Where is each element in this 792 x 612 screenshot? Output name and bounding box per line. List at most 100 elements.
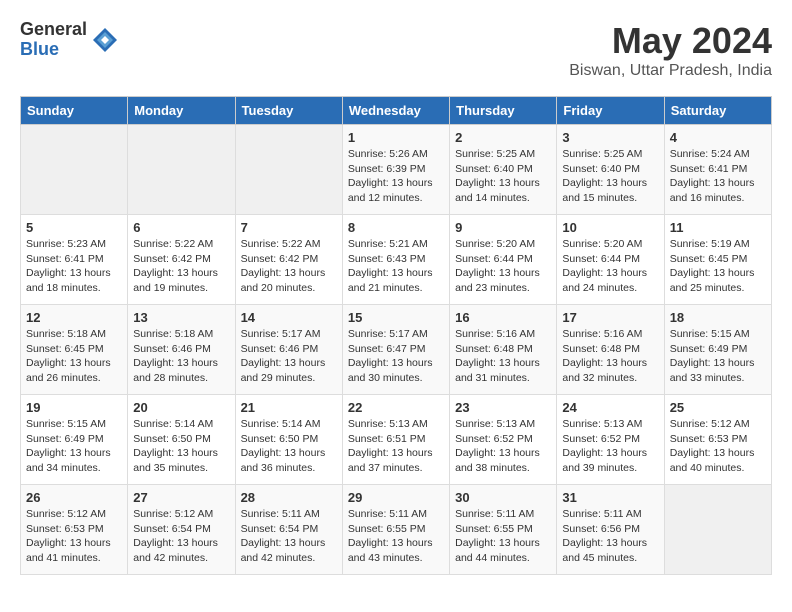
calendar-cell: 6 Sunrise: 5:22 AM Sunset: 6:42 PM Daylig… — [128, 215, 235, 305]
calendar-cell: 5 Sunrise: 5:23 AM Sunset: 6:41 PM Daylig… — [21, 215, 128, 305]
day-number: 28 — [241, 490, 337, 505]
day-header-tuesday: Tuesday — [235, 97, 342, 125]
day-info: Sunrise: 5:20 AM Sunset: 6:44 PM Dayligh… — [455, 237, 551, 296]
day-info: Sunrise: 5:15 AM Sunset: 6:49 PM Dayligh… — [26, 417, 122, 476]
day-number: 13 — [133, 310, 229, 325]
day-info: Sunrise: 5:11 AM Sunset: 6:54 PM Dayligh… — [241, 507, 337, 566]
day-info: Sunrise: 5:13 AM Sunset: 6:51 PM Dayligh… — [348, 417, 444, 476]
day-number: 2 — [455, 130, 551, 145]
day-info: Sunrise: 5:15 AM Sunset: 6:49 PM Dayligh… — [670, 327, 766, 386]
calendar-cell — [128, 125, 235, 215]
day-number: 6 — [133, 220, 229, 235]
calendar-cell: 17 Sunrise: 5:16 AM Sunset: 6:48 PM Dayli… — [557, 305, 664, 395]
day-info: Sunrise: 5:11 AM Sunset: 6:55 PM Dayligh… — [455, 507, 551, 566]
day-info: Sunrise: 5:17 AM Sunset: 6:47 PM Dayligh… — [348, 327, 444, 386]
day-number: 22 — [348, 400, 444, 415]
day-info: Sunrise: 5:20 AM Sunset: 6:44 PM Dayligh… — [562, 237, 658, 296]
calendar-cell: 9Sunrise: 5:20 AM Sunset: 6:44 PM Daylig… — [450, 215, 557, 305]
day-number: 4 — [670, 130, 766, 145]
calendar-table: SundayMondayTuesdayWednesdayThursdayFrid… — [20, 96, 772, 575]
day-info: Sunrise: 5:21 AM Sunset: 6:43 PM Dayligh… — [348, 237, 444, 296]
day-number: 27 — [133, 490, 229, 505]
day-info: Sunrise: 5:12 AM Sunset: 6:53 PM Dayligh… — [26, 507, 122, 566]
calendar-cell: 4 Sunrise: 5:24 AM Sunset: 6:41 PM Daylig… — [664, 125, 771, 215]
calendar-cell: 14 Sunrise: 5:17 AM Sunset: 6:46 PM Dayli… — [235, 305, 342, 395]
day-number: 20 — [133, 400, 229, 415]
calendar-cell: 20 Sunrise: 5:14 AM Sunset: 6:50 PM Dayli… — [128, 395, 235, 485]
day-info: Sunrise: 5:14 AM Sunset: 6:50 PM Dayligh… — [133, 417, 229, 476]
day-info: Sunrise: 5:24 AM Sunset: 6:41 PM Dayligh… — [670, 147, 766, 206]
calendar-cell: 30Sunrise: 5:11 AM Sunset: 6:55 PM Dayli… — [450, 485, 557, 575]
calendar-cell: 1Sunrise: 5:26 AM Sunset: 6:39 PM Daylig… — [342, 125, 449, 215]
day-number: 5 — [26, 220, 122, 235]
day-number: 18 — [670, 310, 766, 325]
week-row-5: 26 Sunrise: 5:12 AM Sunset: 6:53 PM Dayli… — [21, 485, 772, 575]
day-header-thursday: Thursday — [450, 97, 557, 125]
day-info: Sunrise: 5:22 AM Sunset: 6:42 PM Dayligh… — [241, 237, 337, 296]
location-title: Biswan, Uttar Pradesh, India — [569, 62, 772, 80]
calendar-cell: 10 Sunrise: 5:20 AM Sunset: 6:44 PM Dayli… — [557, 215, 664, 305]
week-row-4: 19Sunrise: 5:15 AM Sunset: 6:49 PM Dayli… — [21, 395, 772, 485]
day-info: Sunrise: 5:26 AM Sunset: 6:39 PM Dayligh… — [348, 147, 444, 206]
calendar-cell: 31 Sunrise: 5:11 AM Sunset: 6:56 PM Dayli… — [557, 485, 664, 575]
month-title: May 2024 — [569, 20, 772, 62]
day-info: Sunrise: 5:16 AM Sunset: 6:48 PM Dayligh… — [455, 327, 551, 386]
day-header-friday: Friday — [557, 97, 664, 125]
week-row-1: 1Sunrise: 5:26 AM Sunset: 6:39 PM Daylig… — [21, 125, 772, 215]
calendar-cell: 27 Sunrise: 5:12 AM Sunset: 6:54 PM Dayli… — [128, 485, 235, 575]
day-number: 11 — [670, 220, 766, 235]
day-number: 14 — [241, 310, 337, 325]
logo-icon — [91, 26, 119, 54]
calendar-cell — [664, 485, 771, 575]
calendar-cell: 22 Sunrise: 5:13 AM Sunset: 6:51 PM Dayli… — [342, 395, 449, 485]
calendar-header-row: SundayMondayTuesdayWednesdayThursdayFrid… — [21, 97, 772, 125]
day-info: Sunrise: 5:11 AM Sunset: 6:55 PM Dayligh… — [348, 507, 444, 566]
calendar-cell: 23Sunrise: 5:13 AM Sunset: 6:52 PM Dayli… — [450, 395, 557, 485]
day-number: 16 — [455, 310, 551, 325]
calendar-body: 1Sunrise: 5:26 AM Sunset: 6:39 PM Daylig… — [21, 125, 772, 575]
calendar-cell: 16 Sunrise: 5:16 AM Sunset: 6:48 PM Dayli… — [450, 305, 557, 395]
day-number: 7 — [241, 220, 337, 235]
calendar-cell: 26 Sunrise: 5:12 AM Sunset: 6:53 PM Dayli… — [21, 485, 128, 575]
calendar-cell: 29 Sunrise: 5:11 AM Sunset: 6:55 PM Dayli… — [342, 485, 449, 575]
calendar-cell: 8Sunrise: 5:21 AM Sunset: 6:43 PM Daylig… — [342, 215, 449, 305]
calendar-cell: 12Sunrise: 5:18 AM Sunset: 6:45 PM Dayli… — [21, 305, 128, 395]
day-info: Sunrise: 5:17 AM Sunset: 6:46 PM Dayligh… — [241, 327, 337, 386]
day-info: Sunrise: 5:22 AM Sunset: 6:42 PM Dayligh… — [133, 237, 229, 296]
day-number: 24 — [562, 400, 658, 415]
calendar-cell: 19Sunrise: 5:15 AM Sunset: 6:49 PM Dayli… — [21, 395, 128, 485]
day-number: 25 — [670, 400, 766, 415]
day-number: 12 — [26, 310, 122, 325]
title-area: May 2024 Biswan, Uttar Pradesh, India — [569, 20, 772, 80]
day-number: 26 — [26, 490, 122, 505]
calendar-cell: 7 Sunrise: 5:22 AM Sunset: 6:42 PM Daylig… — [235, 215, 342, 305]
day-number: 10 — [562, 220, 658, 235]
calendar-cell: 15 Sunrise: 5:17 AM Sunset: 6:47 PM Dayli… — [342, 305, 449, 395]
day-number: 31 — [562, 490, 658, 505]
day-info: Sunrise: 5:12 AM Sunset: 6:53 PM Dayligh… — [670, 417, 766, 476]
calendar-cell — [21, 125, 128, 215]
logo-blue-text: Blue — [20, 40, 87, 60]
page-header: General Blue May 2024 Biswan, Uttar Prad… — [20, 20, 772, 80]
day-info: Sunrise: 5:23 AM Sunset: 6:41 PM Dayligh… — [26, 237, 122, 296]
day-number: 29 — [348, 490, 444, 505]
calendar-cell — [235, 125, 342, 215]
day-header-sunday: Sunday — [21, 97, 128, 125]
day-info: Sunrise: 5:13 AM Sunset: 6:52 PM Dayligh… — [562, 417, 658, 476]
calendar-cell: 28 Sunrise: 5:11 AM Sunset: 6:54 PM Dayli… — [235, 485, 342, 575]
day-number: 3 — [562, 130, 658, 145]
logo-text: General Blue — [20, 20, 87, 60]
day-number: 21 — [241, 400, 337, 415]
day-info: Sunrise: 5:19 AM Sunset: 6:45 PM Dayligh… — [670, 237, 766, 296]
calendar-cell: 2Sunrise: 5:25 AM Sunset: 6:40 PM Daylig… — [450, 125, 557, 215]
week-row-3: 12Sunrise: 5:18 AM Sunset: 6:45 PM Dayli… — [21, 305, 772, 395]
day-info: Sunrise: 5:16 AM Sunset: 6:48 PM Dayligh… — [562, 327, 658, 386]
day-info: Sunrise: 5:13 AM Sunset: 6:52 PM Dayligh… — [455, 417, 551, 476]
day-info: Sunrise: 5:11 AM Sunset: 6:56 PM Dayligh… — [562, 507, 658, 566]
day-number: 15 — [348, 310, 444, 325]
calendar-cell: 13Sunrise: 5:18 AM Sunset: 6:46 PM Dayli… — [128, 305, 235, 395]
day-info: Sunrise: 5:12 AM Sunset: 6:54 PM Dayligh… — [133, 507, 229, 566]
calendar-cell: 24 Sunrise: 5:13 AM Sunset: 6:52 PM Dayli… — [557, 395, 664, 485]
day-header-wednesday: Wednesday — [342, 97, 449, 125]
day-number: 17 — [562, 310, 658, 325]
